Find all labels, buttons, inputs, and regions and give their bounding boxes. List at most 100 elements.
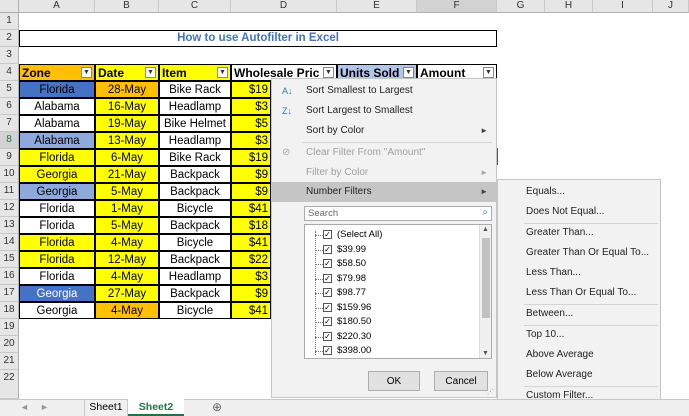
tab-sheet2[interactable]: Sheet2 (128, 399, 184, 416)
cell-item[interactable]: Headlamp (159, 268, 231, 285)
cell-date[interactable]: 21-May (95, 166, 159, 183)
cell-date[interactable]: 28-May (95, 81, 159, 98)
cell-zone[interactable]: Florida (19, 268, 95, 285)
number-filter-option[interactable]: Below Average (498, 365, 660, 385)
cell-date[interactable]: 4-May (95, 268, 159, 285)
cell-zone[interactable]: Florida (19, 149, 95, 166)
ok-button[interactable]: OK (368, 371, 420, 391)
number-filter-option[interactable]: Greater Than Or Equal To... (498, 243, 660, 263)
row-header[interactable]: 2 (0, 30, 19, 47)
checkbox-checked-icon[interactable]: ✓ (323, 244, 332, 254)
row-header[interactable]: 9 (0, 149, 19, 166)
checkbox-checked-icon[interactable]: ✓ (323, 317, 332, 326)
number-filters-item[interactable]: Number Filters ► (272, 182, 496, 202)
cell-date[interactable]: 19-May (95, 115, 159, 132)
header-item[interactable]: Item ▼ (159, 64, 231, 81)
cell-price[interactable]: $22 (231, 251, 271, 268)
cell-zone[interactable]: Florida (19, 200, 95, 217)
column-header-f[interactable]: F (417, 0, 497, 13)
cell-item[interactable]: Bicycle (159, 200, 231, 217)
cell-date[interactable]: 6-May (95, 149, 159, 166)
scroll-down-icon[interactable]: ▼ (482, 350, 489, 357)
column-header-b[interactable]: B (95, 0, 159, 13)
row-header[interactable]: 4 (0, 64, 19, 81)
cell-date[interactable]: 16-May (95, 98, 159, 115)
value-item[interactable]: ✓ $220.30 (315, 331, 465, 344)
sort-ascending-item[interactable]: A↓ Sort Smallest to Largest (272, 81, 496, 101)
values-scrollbar[interactable]: ▲ ▼ (479, 225, 491, 358)
cell-price[interactable]: $9 (231, 183, 271, 200)
row-header[interactable]: 12 (0, 200, 19, 217)
filter-dropdown-date-icon[interactable]: ▼ (145, 67, 156, 78)
filter-dropdown-amount-icon[interactable]: ▼ (483, 67, 494, 78)
cell-date[interactable]: 13-May (95, 132, 159, 149)
row-header[interactable]: 16 (0, 268, 19, 285)
column-header-j[interactable]: J (653, 0, 689, 13)
row-header[interactable]: 5 (0, 81, 19, 98)
cell-price[interactable]: $5 (231, 115, 271, 132)
tab-sheet1[interactable]: Sheet1 (84, 399, 128, 416)
cancel-button[interactable]: Cancel (434, 371, 488, 391)
scroll-thumb[interactable] (482, 238, 490, 318)
checkbox-checked-icon[interactable]: ✓ (323, 302, 332, 312)
cell-item[interactable]: Bike Rack (159, 149, 231, 166)
column-header-a[interactable]: A (19, 0, 95, 13)
cell-price[interactable]: $41 (231, 302, 271, 319)
cell-item[interactable]: Bike Rack (159, 81, 231, 98)
row-header[interactable]: 21 (0, 353, 19, 370)
cell-item[interactable]: Backpack (159, 166, 231, 183)
cell-price[interactable]: $9 (231, 166, 271, 183)
cell-date[interactable]: 27-May (95, 285, 159, 302)
cell-price[interactable]: $3 (231, 98, 271, 115)
cell-zone[interactable]: Florida (19, 251, 95, 268)
column-header-e[interactable]: E (337, 0, 417, 13)
row-header[interactable]: 17 (0, 285, 19, 302)
cell-item[interactable]: Bike Helmet (159, 115, 231, 132)
number-filter-option[interactable]: Greater Than... (498, 223, 660, 243)
cell-price[interactable]: $3 (231, 132, 271, 149)
value-item[interactable]: ✓ $58.50 (315, 258, 465, 271)
cell-price[interactable]: $3 (231, 268, 271, 285)
cell-item[interactable]: Bicycle (159, 302, 231, 319)
cell-zone[interactable]: Alabama (19, 115, 95, 132)
cell-price[interactable]: $9 (231, 285, 271, 302)
cell-item[interactable]: Backpack (159, 183, 231, 200)
row-header[interactable]: 14 (0, 234, 19, 251)
resize-grip-icon[interactable]: ⋰ (487, 388, 494, 396)
value-item[interactable]: ✓ $79.98 (315, 273, 465, 286)
column-header-c[interactable]: C (159, 0, 231, 13)
scroll-up-icon[interactable]: ▲ (482, 226, 489, 233)
cell-item[interactable]: Headlamp (159, 98, 231, 115)
cell-zone[interactable]: Georgia (19, 166, 95, 183)
cell-zone[interactable]: Florida (19, 217, 95, 234)
cell-date[interactable]: 12-May (95, 251, 159, 268)
number-filter-option[interactable]: Above Average (498, 345, 660, 365)
value-item[interactable]: ✓ $180.50 (315, 316, 465, 329)
cell-date[interactable]: 4-May (95, 234, 159, 251)
value-item[interactable]: ✓ $98.77 (315, 287, 465, 300)
checkbox-checked-icon[interactable]: ✓ (323, 331, 332, 341)
checkbox-checked-icon[interactable]: ✓ (323, 259, 332, 268)
row-header[interactable]: 1 (0, 13, 19, 30)
cell-zone[interactable]: Alabama (19, 98, 95, 115)
number-filter-option[interactable]: Equals... (498, 182, 660, 202)
select-all-corner[interactable] (0, 0, 19, 13)
tab-scroll-right-icon[interactable]: ► (40, 402, 49, 412)
column-header-d[interactable]: D (231, 0, 337, 13)
cell-item[interactable]: Backpack (159, 251, 231, 268)
tab-scroll-left-icon[interactable]: ◄ (20, 402, 29, 412)
cell-zone[interactable]: Georgia (19, 285, 95, 302)
value-item[interactable]: ✓ $39.99 (315, 244, 465, 257)
cell-price[interactable]: $19 (231, 81, 271, 98)
cell-zone[interactable]: Georgia (19, 302, 95, 319)
cell-zone[interactable]: Alabama (19, 132, 95, 149)
cell-date[interactable]: 5-May (95, 183, 159, 200)
checkbox-checked-icon[interactable]: ✓ (323, 346, 332, 355)
row-header[interactable]: 20 (0, 336, 19, 353)
cell-price[interactable]: $41 (231, 234, 271, 251)
row-header[interactable]: 7 (0, 115, 19, 132)
filter-dropdown-item-icon[interactable]: ▼ (217, 67, 228, 78)
number-filter-option[interactable]: Top 10... (498, 325, 660, 345)
cell-price[interactable]: $41 (231, 200, 271, 217)
row-header[interactable]: 13 (0, 217, 19, 234)
